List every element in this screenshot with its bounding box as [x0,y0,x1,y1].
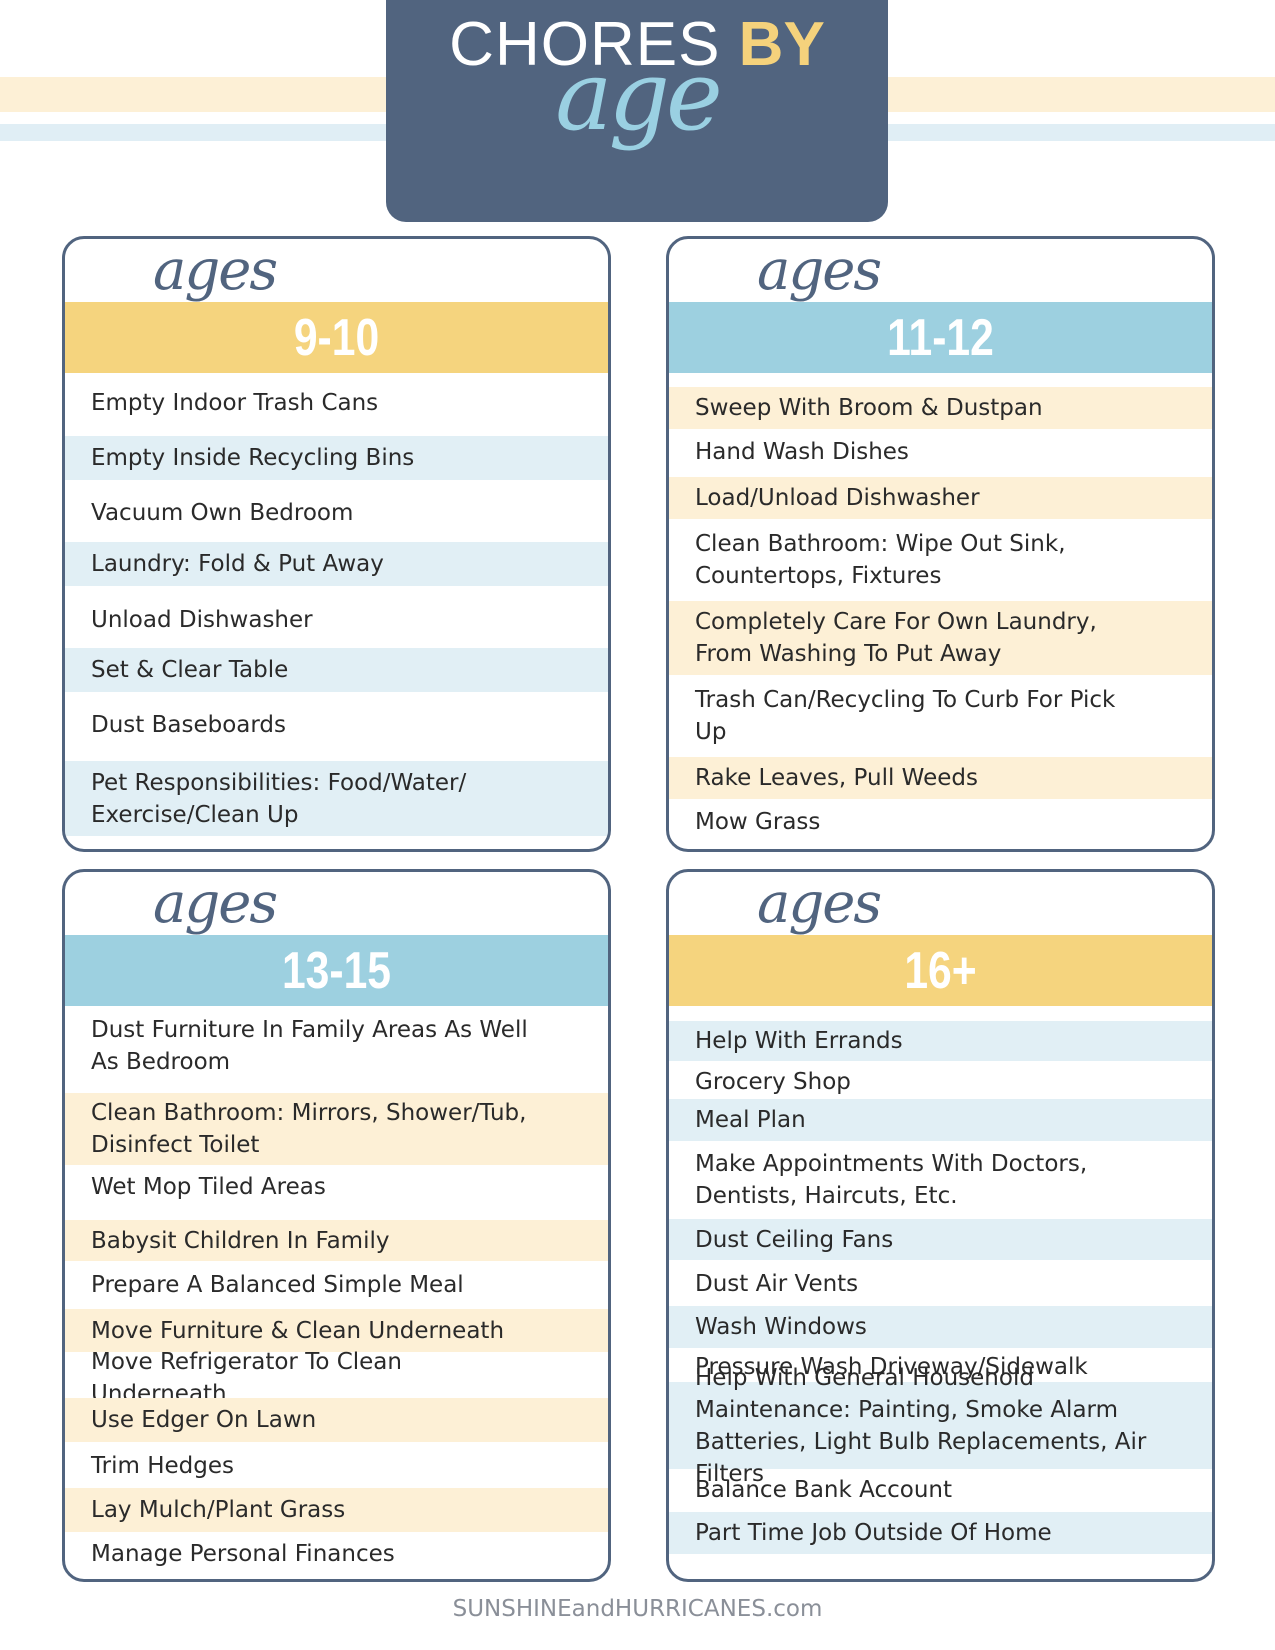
chore-item: Hand Wash Dishes [669,431,1212,473]
chore-text: Dust Air Vents [695,1270,859,1297]
chore-text: Set & Clear Table [91,657,289,683]
age-card-9-10: ages 9-10 Empty Indoor Trash Cans Empty I… [62,236,611,852]
chore-text: Make Appointments With Doctors, Dentists… [695,1151,1088,1209]
chore-text: Load/Unload Dishwasher [695,485,980,511]
card-ages-label: ages [757,238,882,303]
chore-item: Make Appointments With Doctors, Dentists… [669,1143,1212,1217]
chore-text: Babysit Children In Family [91,1227,390,1254]
chore-item: Trash Can/Recycling To Curb For Pick Up [669,679,1212,753]
card-ages-label: ages [153,238,278,303]
chore-item: Empty Inside Recycling Bins [65,436,608,480]
chore-item: Load/Unload Dishwasher [669,477,1212,519]
chore-text: Trim Hedges [91,1452,235,1479]
chore-text: Dust Furniture In Family Areas As Well A… [91,1017,528,1075]
chore-item: Laundry: Fold & Put Away [65,542,608,586]
chore-text: Rake Leaves, Pull Weeds [695,765,978,791]
chore-item: Help With General Household Maintenance:… [669,1365,1212,1487]
chore-item: Wet Mop Tiled Areas [65,1167,608,1207]
card-age-range: 16+ [904,942,977,1000]
chore-item: Mow Grass [669,801,1212,843]
chore-item: Manage Personal Finances [65,1533,608,1575]
chore-text: Unload Dishwasher [91,607,313,633]
chore-item: Unload Dishwasher [65,595,608,645]
chore-text: Dust Baseboards [91,712,287,738]
chore-text: Prepare A Balanced Simple Meal [91,1272,464,1298]
chore-item: Clean Bathroom: Mirrors, Shower/Tub, Dis… [65,1093,608,1165]
chore-text: Trash Can/Recycling To Curb For Pick Up [695,687,1116,745]
chore-text: Laundry: Fold & Put Away [91,551,384,577]
chore-text: Move Furniture & Clean Underneath [91,1317,505,1344]
chore-text: Manage Personal Finances [91,1541,395,1567]
chore-item: Completely Care For Own Laundry, From Wa… [669,601,1212,675]
chore-item: Meal Plan [669,1099,1212,1141]
chore-item: Dust Ceiling Fans [669,1219,1212,1260]
chore-text: Sweep With Broom & Dustpan [695,395,1043,421]
chore-item: Lay Mulch/Plant Grass [65,1488,608,1532]
chore-item: Pet Responsibilities: Food/Water/ Exerci… [65,761,608,836]
chore-text: Balance Bank Account [695,1477,952,1503]
card-age-band: 16+ [669,935,1212,1006]
chore-item: Trim Hedges [65,1444,608,1487]
chore-item: Set & Clear Table [65,648,608,692]
age-card-11-12: ages 11-12 Sweep With Broom & Dustpan Han… [666,236,1215,852]
chore-text: Use Edger On Lawn [91,1407,317,1433]
chore-item: Prepare A Balanced Simple Meal [65,1263,608,1307]
age-card-16-plus: ages 16+ Help With Errands Grocery Shop Me… [666,869,1215,1582]
chore-item: Help With Errands [669,1021,1212,1061]
chore-item: Balance Bank Account [669,1469,1212,1511]
chore-text: Vacuum Own Bedroom [91,500,354,526]
chore-text: Completely Care For Own Laundry, From Wa… [695,609,1097,667]
chore-item: Move Refrigerator To Clean Underneath [65,1349,608,1407]
card-ages-label: ages [757,871,882,936]
chore-item: Babysit Children In Family [65,1220,608,1261]
footer-site-url: SUNSHINEandHURRICANES.com [452,1596,823,1622]
title-script: age [555,40,723,152]
card-age-band: 9-10 [65,302,608,373]
chore-text: Help With Errands [695,1028,903,1054]
chore-item: Clean Bathroom: Wipe Out Sink, Counterto… [669,523,1212,597]
chore-text: Meal Plan [695,1107,806,1133]
chore-item: Dust Furniture In Family Areas As Well A… [65,1012,608,1080]
chore-text: Dust Ceiling Fans [695,1226,894,1253]
chore-item: Empty Indoor Trash Cans [65,378,608,428]
chore-text: Empty Inside Recycling Bins [91,445,415,471]
chore-text: Hand Wash Dishes [695,439,909,465]
chore-item: Wash Windows [669,1306,1212,1348]
chore-text: Pet Responsibilities: Food/Water/ Exerci… [91,769,467,828]
chore-text: Wash Windows [695,1314,867,1340]
chore-item: Part Time Job Outside Of Home [669,1512,1212,1554]
chore-item: Grocery Shop [669,1066,1212,1098]
chore-text: Mow Grass [695,809,821,835]
card-age-band: 11-12 [669,302,1212,373]
card-ages-label: ages [153,871,278,936]
card-age-range: 13-15 [281,942,392,1000]
chore-text: Clean Bathroom: Mirrors, Shower/Tub, Dis… [91,1100,527,1158]
chore-text: Grocery Shop [695,1069,851,1095]
card-age-range: 11-12 [887,309,994,367]
chore-text: Part Time Job Outside Of Home [695,1520,1052,1546]
chore-item: Dust Baseboards [65,700,608,750]
chore-text: Wet Mop Tiled Areas [91,1174,326,1200]
chore-item: Use Edger On Lawn [65,1398,608,1442]
chore-item: Sweep With Broom & Dustpan [669,387,1212,429]
chore-text: Clean Bathroom: Wipe Out Sink, Counterto… [695,531,1066,589]
chore-item: Vacuum Own Bedroom [65,488,608,538]
title-banner: CHORES BY age [386,0,888,222]
chore-item: Rake Leaves, Pull Weeds [669,757,1212,799]
card-age-band: 13-15 [65,935,608,1006]
age-card-13-15: ages 13-15 Dust Furniture In Family Area… [62,869,611,1582]
chore-text: Lay Mulch/Plant Grass [91,1497,346,1523]
card-age-range: 9-10 [293,309,380,367]
chore-item: Dust Air Vents [669,1262,1212,1305]
chore-text: Empty Indoor Trash Cans [91,390,379,416]
